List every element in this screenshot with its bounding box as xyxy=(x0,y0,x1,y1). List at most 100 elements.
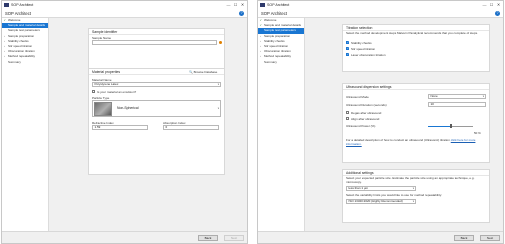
nav-item-label: Sample and material details xyxy=(8,23,46,28)
window-title: SOP Architect xyxy=(11,3,34,7)
close-button[interactable]: ✕ xyxy=(495,2,502,7)
next-button[interactable]: Next xyxy=(224,235,244,241)
maximize-button[interactable]: ☐ xyxy=(232,2,239,7)
nav-item-label: Summary xyxy=(8,59,21,64)
variability-dropdown[interactable]: ISO 13320:2020 (Highly Recommended) ▾ xyxy=(346,199,416,204)
minimize-button[interactable]: — xyxy=(481,2,488,7)
nav-item-label: Summary xyxy=(264,59,277,64)
ultrasound-duration-input[interactable]: 10 xyxy=(428,102,486,107)
title-bar: SOP Architect — ☐ ✕ xyxy=(2,1,247,9)
close-button[interactable]: ✕ xyxy=(239,2,246,7)
window-left: SOP Architect — ☐ ✕ SOP Architect ? ✓ Wel… xyxy=(1,0,248,244)
ultrasound-duration-label: Ultrasound Duration (seconds) xyxy=(346,103,387,107)
additional-settings-panel: Additional settings Select your expected… xyxy=(342,169,490,223)
chevron-down-icon: ▾ xyxy=(482,95,484,98)
absorption-index-input[interactable]: 0 xyxy=(163,125,219,130)
nav-item-label: Sample preparation xyxy=(264,33,291,38)
refractive-index-input[interactable]: 1.59 xyxy=(92,125,148,130)
ultrasound-power-thumb[interactable] xyxy=(449,124,452,128)
laser-obscuration-label: Laser obscuration titration xyxy=(351,53,386,57)
emulsion-label: Is your material an emulsion? xyxy=(97,90,137,94)
warning-icon xyxy=(219,41,222,44)
stir-speed-titration-checkbox[interactable] xyxy=(346,47,349,50)
particle-type-dropdown[interactable]: Non-Spherical ▾ xyxy=(92,100,221,117)
main-content: Titration selection Select the method de… xyxy=(306,18,503,231)
particle-shape-image xyxy=(94,102,112,116)
app-logo-icon xyxy=(260,3,265,7)
nav-item-label: Stir speed titration xyxy=(264,43,289,48)
panel-title: Ultrasound dispersion settings xyxy=(343,84,489,90)
nav-item-summary[interactable]: Summary xyxy=(258,60,304,65)
nav-item-label: Welcome xyxy=(264,18,277,22)
nav-item-label: Obscuration titration xyxy=(8,49,35,54)
stability-checks-label: Stability checks xyxy=(351,41,372,45)
nav-item-label: Stability checks xyxy=(264,38,285,43)
titration-intro-text: Select the method development steps Malv… xyxy=(346,31,478,35)
browse-database-label: Browse Database xyxy=(193,70,218,74)
titration-selection-panel: Titration selection Select the method de… xyxy=(342,24,490,72)
ultrasound-power-label: Ultrasound Power (%) xyxy=(346,124,376,128)
stir-speed-titration-label: Stir speed titration xyxy=(351,47,376,51)
material-properties-panel: Material properties 🔍 Browse Database Ma… xyxy=(88,68,225,175)
ultrasound-mode-dropdown[interactable]: None ▾ xyxy=(428,94,486,99)
app-header: SOP Architect ? xyxy=(258,9,503,18)
ultrasound-mode-label: Ultrasound Mode xyxy=(346,95,369,99)
align-checkbox[interactable] xyxy=(346,117,349,120)
nav-item-label: Sample test parameters xyxy=(8,28,40,33)
particle-size-dropdown[interactable]: less than 1 µm ▾ xyxy=(346,186,416,191)
app-title: SOP Architect xyxy=(261,10,287,16)
nav-item-label: Sample preparation xyxy=(8,33,35,38)
help-icon[interactable]: ? xyxy=(239,11,244,16)
nav-item-label: Sample and material details xyxy=(264,23,302,28)
window-title: SOP Architect xyxy=(267,3,290,7)
laser-obscuration-checkbox[interactable] xyxy=(346,53,349,56)
ultrasound-help-text: For a detailed description of how to con… xyxy=(346,138,486,146)
main-content: Sample identifier Sample Name Material p… xyxy=(50,18,247,231)
maximize-button[interactable]: ☐ xyxy=(488,2,495,7)
app-title: SOP Architect xyxy=(5,10,31,16)
align-label: Align after ultrasound xyxy=(351,117,380,121)
app-logo-icon xyxy=(4,3,9,7)
minimize-button[interactable]: — xyxy=(225,2,232,7)
material-name-value: Polystyrene Latex xyxy=(94,82,119,86)
help-icon[interactable]: ? xyxy=(495,11,500,16)
nav-item-label: Obscuration titration xyxy=(264,49,291,54)
nav-item-label: Stability checks xyxy=(8,38,29,43)
chevron-down-icon: ▾ xyxy=(412,187,414,190)
title-bar: SOP Architect — ☐ ✕ xyxy=(258,1,503,9)
nav-item-label: Welcome xyxy=(8,18,21,22)
footer-bar: Back Next xyxy=(2,231,247,243)
footer-bar: Back Next xyxy=(258,231,503,243)
nav-item-label: Stir speed titration xyxy=(8,43,33,48)
ultrasound-power-value: 50 % xyxy=(474,131,481,135)
next-button[interactable]: Next xyxy=(480,235,500,241)
panel-title: Sample identifier xyxy=(89,29,224,35)
ultrasound-power-fill xyxy=(428,126,451,127)
variability-value: ISO 13320:2020 (Highly Recommended) xyxy=(348,199,403,203)
app-header: SOP Architect ? xyxy=(2,9,247,18)
ultrasound-settings-panel: Ultrasound dispersion settings Ultrasoun… xyxy=(342,83,490,163)
chevron-down-icon: ▾ xyxy=(217,107,219,110)
back-button[interactable]: Back xyxy=(454,235,474,241)
emulsion-checkbox[interactable] xyxy=(92,90,95,93)
chevron-down-icon: ▾ xyxy=(412,200,414,203)
stability-checks-checkbox[interactable] xyxy=(346,41,349,44)
variability-text: Select the variability limits you would … xyxy=(346,193,443,197)
back-button[interactable]: Back xyxy=(198,235,218,241)
sample-identifier-panel: Sample identifier Sample Name xyxy=(88,28,225,71)
sample-name-input[interactable] xyxy=(92,40,217,45)
browse-database-button[interactable]: 🔍 Browse Database xyxy=(189,70,217,74)
nav-item-summary[interactable]: Summary xyxy=(2,60,48,65)
nav-item-label: Method repeatability xyxy=(264,54,292,59)
material-name-dropdown[interactable]: Polystyrene Latex ▾ xyxy=(92,82,221,87)
ultrasound-mode-value: None xyxy=(430,94,438,98)
chevron-down-icon: ▾ xyxy=(217,83,219,86)
step-navigation: ✓ Welcome Sample and material details Sam… xyxy=(2,18,49,231)
window-right: SOP Architect — ☐ ✕ SOP Architect ? ✓ Wel… xyxy=(257,0,504,244)
nav-item-label: Sample test parameters xyxy=(264,28,296,33)
particle-size-value: less than 1 µm xyxy=(348,186,369,190)
degas-checkbox[interactable] xyxy=(346,111,349,114)
particle-type-value: Non-Spherical xyxy=(117,106,139,110)
nav-item-label: Method repeatability xyxy=(8,54,36,59)
particle-size-text: Select your expected particle size. Esti… xyxy=(346,176,475,184)
